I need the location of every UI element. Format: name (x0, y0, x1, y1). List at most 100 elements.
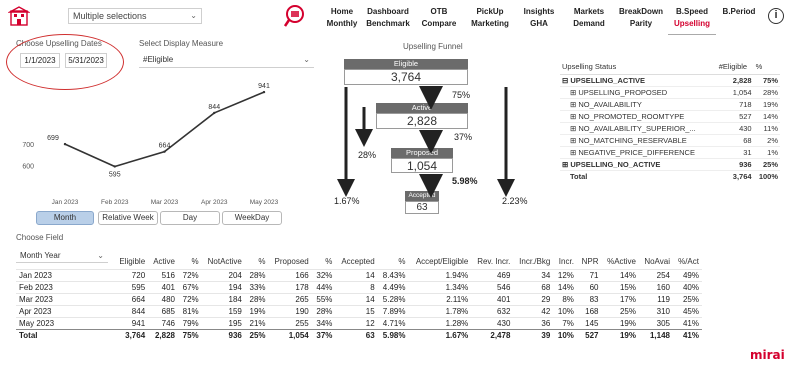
hotel-icon[interactable] (8, 5, 30, 27)
table-cell: 25% (244, 328, 269, 341)
expand-icon[interactable]: ⊞ (570, 124, 576, 133)
data-point[interactable] (163, 150, 166, 153)
column-header[interactable]: NoAvai (639, 255, 673, 269)
row-label: Mar 2023 (16, 292, 114, 305)
status-row[interactable]: ⊞ NEGATIVE_PRICE_DIFFERENCE 31 1% (560, 146, 780, 159)
status-eligible: 2,828 (716, 74, 754, 87)
column-header[interactable]: NotActive (202, 255, 245, 269)
table-cell: 310 (638, 304, 673, 317)
data-point[interactable] (262, 90, 266, 94)
column-header[interactable]: Accepted (335, 255, 377, 269)
status-row[interactable]: ⊞ NO_AVAILABILITY 718 19% (560, 98, 780, 111)
status-table-header: Upselling Status #Eligible % (560, 60, 780, 75)
collapse-icon[interactable]: ⊟ (562, 76, 568, 85)
table-cell: 63 (335, 328, 378, 341)
expand-icon[interactable]: ⊞ (562, 160, 568, 169)
eligible-col-header[interactable]: #Eligible (716, 60, 754, 75)
status-row[interactable]: ⊞ NO_AVAILABILITY_SUPERIOR_... 430 11% (560, 122, 780, 135)
status-pct: 75% (753, 74, 780, 87)
series-line (64, 91, 265, 168)
table-cell: 664 (114, 292, 149, 305)
info-icon[interactable]: i (768, 8, 784, 24)
table-row[interactable]: Feb 2023 595 401 67% 194 33% 178 44% 8 4.49% 1.34%… (16, 280, 702, 293)
rate-active: 75% (452, 90, 471, 100)
table-row[interactable]: Mar 2023 664 480 72% 184 28% 265 55% 14 5.28% 2.11… (16, 292, 702, 305)
nav-item-markets[interactable]: Markets Demand (564, 6, 614, 30)
data-label: 941 (258, 83, 270, 90)
table-cell: 265 (268, 292, 312, 305)
data-table-header: Eligible Active% NotActive% Proposed% Accept… (16, 255, 702, 269)
nav-item-bspeed[interactable]: B.Speed Upselling (668, 6, 716, 30)
column-header[interactable]: %/Act (673, 255, 702, 269)
table-row[interactable]: Jan 2023 720 516 72% 204 28% 166 32% 14 8.43% 1.94… (16, 268, 702, 281)
x-tick-label: Apr 2023 (201, 199, 228, 206)
table-cell: 255 (268, 316, 312, 329)
column-header[interactable]: Incr. (553, 255, 577, 269)
nav-item-dashboard[interactable]: Dashboard Benchmark (362, 6, 414, 30)
status-row[interactable]: ⊞ NO_PROMOTED_ROOMTYPE 527 14% (560, 110, 780, 123)
expand-icon[interactable]: ⊞ (570, 88, 576, 97)
nav-item-otb[interactable]: OTB Compare (416, 6, 462, 30)
day-button[interactable]: Day (160, 211, 220, 225)
status-eligible: 936 (716, 158, 754, 171)
column-header[interactable]: % (312, 255, 336, 269)
side-rate-active: 2.23% (502, 196, 528, 206)
column-header[interactable]: NPR (577, 255, 602, 269)
status-total-pct: 100% (758, 171, 778, 181)
hotel-selector-dropdown[interactable]: Multiple selections ⌄ (68, 8, 202, 24)
column-header[interactable]: % (245, 255, 269, 269)
expand-icon[interactable]: ⊞ (570, 100, 576, 109)
row-label: Jan 2023 (16, 268, 114, 281)
measure-dropdown[interactable]: #Eligible ⌄ (139, 52, 314, 68)
data-label: 844 (208, 104, 220, 111)
eligible-line-chart: 700 600 699 Jan 2023 595 Feb 2023 664 Mar 2023 8… (22, 83, 278, 206)
status-row[interactable]: ⊞ NO_MATCHING_RESERVABLE 68 2% (560, 134, 780, 147)
table-cell: 1.78% (408, 304, 472, 317)
table-cell: 67% (178, 280, 202, 293)
data-point[interactable] (113, 165, 116, 168)
table-cell: 45% (672, 304, 702, 317)
relative-week-button[interactable]: Relative Week (98, 211, 158, 225)
column-header[interactable]: % (378, 255, 409, 269)
column-header[interactable]: Proposed (269, 255, 312, 269)
status-eligible: 1,054 (716, 86, 754, 99)
column-header[interactable]: %Active (602, 255, 639, 269)
table-cell: 184 (201, 292, 245, 305)
table-cell: 55% (311, 292, 336, 305)
status-row-group[interactable]: ⊟ UPSELLING_ACTIVE 2,828 75% (560, 74, 780, 87)
table-total-row: Total 3,764 2,828 75% 936 25% 1,054 37% 63 5.98% 1… (16, 328, 702, 341)
column-header[interactable]: Eligible (114, 255, 148, 269)
nav-item-breakdown[interactable]: BreakDown Parity (614, 6, 668, 30)
table-row[interactable]: May 2023 941 746 79% 195 21% 255 34% 12 4.71% 1.28… (16, 316, 702, 329)
status-row[interactable]: ⊞ UPSELLING_PROPOSED 1,054 28% (560, 86, 780, 99)
column-header[interactable]: Incr./Bkg (513, 255, 553, 269)
table-cell: 17% (601, 292, 639, 305)
table-cell: 19% (601, 328, 639, 341)
nav-item-home[interactable]: Home Monthly (322, 6, 362, 30)
table-cell: 60 (576, 280, 602, 293)
table-cell: 79% (178, 316, 202, 329)
column-header[interactable]: Rev. Incr. (471, 255, 513, 269)
table-row[interactable]: Apr 2023 844 685 81% 159 19% 190 28% 15 7.89% 1.78… (16, 304, 702, 317)
expand-icon[interactable]: ⊞ (570, 112, 576, 121)
table-cell: 469 (471, 268, 514, 281)
column-header[interactable]: % (178, 255, 202, 269)
expand-icon[interactable]: ⊞ (570, 148, 576, 157)
data-point[interactable] (63, 142, 67, 146)
nav-item-insights[interactable]: Insights GHA (516, 6, 562, 30)
month-button[interactable]: Month (36, 211, 94, 225)
nav-item-upselling-active[interactable]: Upselling (668, 18, 716, 30)
expand-icon[interactable]: ⊞ (570, 136, 576, 145)
column-header[interactable]: Accept/Eligible (408, 255, 471, 269)
nav-item-pickup[interactable]: PickUp Marketing (464, 6, 516, 30)
table-cell: 1,054 (268, 328, 312, 341)
table-cell: 32% (311, 268, 336, 281)
status-row-group[interactable]: ⊞ UPSELLING_NO_ACTIVE 936 25% (560, 158, 780, 171)
weekday-button[interactable]: WeekDay (222, 211, 282, 225)
nav-item-bperiod[interactable]: B.Period (716, 6, 762, 18)
column-header[interactable]: Active (148, 255, 178, 269)
table-cell: 25% (672, 292, 702, 305)
table-cell: 68 (513, 280, 554, 293)
table-cell: 81% (178, 304, 202, 317)
data-point[interactable] (213, 111, 216, 115)
